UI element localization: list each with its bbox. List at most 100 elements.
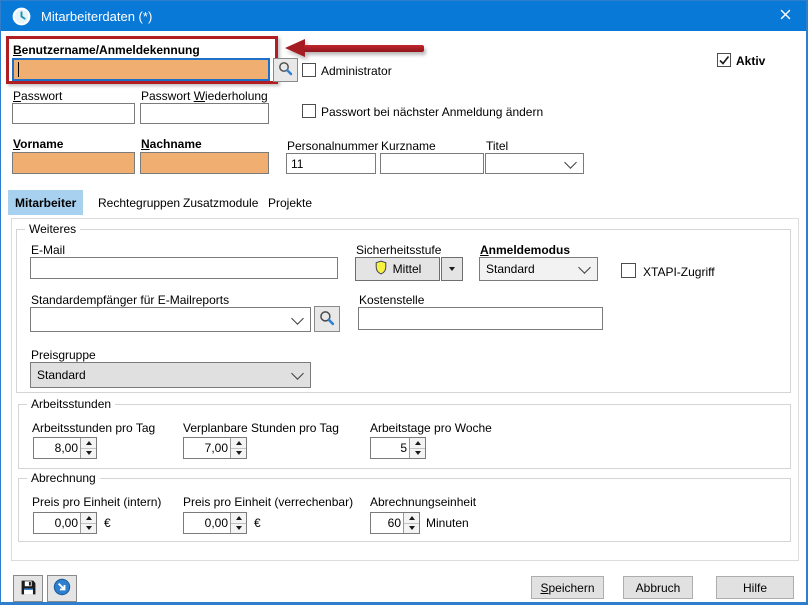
passwort-wiederholung-label: Passwort Wiederholung — [141, 89, 268, 103]
tab-zusatzmodule[interactable]: Zusatzmodule — [176, 190, 265, 215]
chevron-down-icon — [578, 261, 591, 274]
tab-mitarbeiter[interactable]: Mitarbeiter — [8, 190, 83, 215]
spin-down-button[interactable] — [81, 448, 96, 459]
xtapi-label: XTAPI-Zugriff — [643, 265, 715, 279]
preis-verrechenbar-input[interactable] — [184, 513, 230, 533]
text-caret — [18, 62, 19, 77]
anmeldemodus-select[interactable]: Standard — [479, 257, 598, 281]
spin-up-button[interactable] — [404, 513, 419, 523]
personalnummer-input[interactable] — [286, 153, 376, 174]
kurzname-input[interactable] — [380, 153, 484, 174]
sicherheitsstufe-dropdown-button[interactable] — [441, 257, 463, 281]
spin-down-button[interactable] — [81, 523, 96, 534]
spin-down-button[interactable] — [231, 448, 246, 459]
speichern-button[interactable]: Speichern — [531, 576, 604, 599]
spin-down-button[interactable] — [404, 523, 419, 534]
spin-down-button[interactable] — [231, 523, 246, 534]
stunden-pro-tag-input[interactable] — [34, 438, 80, 458]
verplanbare-stunden-spinner[interactable] — [183, 437, 247, 459]
stunden-pro-tag-spinner[interactable] — [33, 437, 97, 459]
preisgruppe-select[interactable]: Standard — [30, 362, 311, 388]
aktiv-checkbox[interactable] — [717, 53, 731, 67]
titel-select[interactable] — [485, 153, 584, 174]
emailreports-select[interactable] — [30, 307, 311, 332]
username-search-button[interactable] — [273, 58, 298, 82]
arbeitstage-label: Arbeitstage pro Woche — [370, 421, 492, 435]
euro-unit-label: € — [104, 516, 111, 530]
abrechnungseinheit-spinner[interactable] — [370, 512, 420, 534]
spin-down-button[interactable] — [410, 448, 425, 459]
emailreports-search-button[interactable] — [314, 306, 340, 332]
passwort-label: Passwort — [13, 89, 62, 103]
administrator-checkbox[interactable] — [302, 63, 316, 77]
kostenstelle-label: Kostenstelle — [359, 293, 424, 307]
abrechnung-group-label: Abrechnung — [27, 471, 100, 485]
sicherheitsstufe-button[interactable]: Mittel — [355, 257, 440, 281]
email-label: E-Mail — [31, 243, 65, 257]
clock-icon — [11, 6, 31, 26]
title-bar[interactable]: Mitarbeiterdaten (*) — [1, 1, 806, 31]
hilfe-button[interactable]: Hilfe — [716, 576, 794, 599]
spin-up-button[interactable] — [81, 513, 96, 523]
weiteres-group-label: Weiteres — [25, 222, 80, 236]
tab-rechtegruppen[interactable]: Rechtegruppen — [91, 190, 187, 215]
username-input[interactable] — [12, 58, 270, 81]
arbeitsstunden-group-label: Arbeitsstunden — [27, 397, 115, 411]
chevron-down-icon — [564, 156, 577, 169]
preis-intern-spinner[interactable] — [33, 512, 97, 534]
magnifier-icon — [278, 61, 293, 79]
preisgruppe-label: Preisgruppe — [31, 348, 96, 362]
tab-projekte[interactable]: Projekte — [261, 190, 319, 215]
close-button[interactable] — [764, 1, 806, 31]
preis-verrechenbar-label: Preis pro Einheit (verrechenbar) — [183, 495, 353, 509]
email-input[interactable] — [30, 257, 338, 279]
stunden-pro-tag-label: Arbeitsstunden pro Tag — [32, 421, 155, 435]
verplanbare-stunden-input[interactable] — [184, 438, 230, 458]
arbeitstage-spinner[interactable] — [370, 437, 426, 459]
emailreports-label: Standardempfänger für E-Mailreports — [31, 293, 229, 307]
sicherheitsstufe-label: Sicherheitsstufe — [356, 243, 441, 257]
arbeitstage-input[interactable] — [371, 438, 409, 458]
nachname-input[interactable] — [140, 152, 269, 174]
chevron-down-icon — [291, 367, 304, 380]
verplanbare-stunden-label: Verplanbare Stunden pro Tag — [183, 421, 339, 435]
assign-icon-button[interactable] — [47, 575, 77, 602]
abrechnungseinheit-label: Abrechnungseinheit — [370, 495, 476, 509]
red-arrow-shaft — [304, 45, 424, 52]
mitarbeiterdaten-dialog: Mitarbeiterdaten (*) Benutzername/Anmeld… — [0, 0, 808, 605]
sicherheitsstufe-value: Mittel — [393, 262, 422, 276]
username-label: Benutzername/Anmeldekennung — [13, 43, 200, 57]
preis-intern-label: Preis pro Einheit (intern) — [32, 495, 161, 509]
spin-up-button[interactable] — [231, 513, 246, 523]
spin-up-button[interactable] — [410, 438, 425, 448]
kurzname-label: Kurzname — [381, 139, 436, 153]
euro-unit-label: € — [254, 516, 261, 530]
xtapi-checkbox[interactable] — [621, 263, 636, 278]
vorname-label: Vorname — [13, 137, 63, 151]
close-icon — [780, 9, 791, 23]
administrator-label: Administrator — [321, 64, 392, 78]
save-icon-button[interactable] — [13, 575, 43, 602]
passwort-aendern-label: Passwort bei nächster Anmeldung ändern — [321, 105, 543, 119]
sync-arrow-icon — [53, 578, 71, 599]
passwort-aendern-checkbox[interactable] — [302, 104, 316, 118]
passwort-input[interactable] — [12, 103, 135, 124]
nachname-label: Nachname — [141, 137, 202, 151]
passwort-wiederholung-input[interactable] — [140, 103, 269, 124]
shield-icon — [374, 260, 388, 278]
floppy-disk-icon — [20, 579, 37, 599]
preis-verrechenbar-spinner[interactable] — [183, 512, 247, 534]
preis-intern-input[interactable] — [34, 513, 80, 533]
abrechnungseinheit-input[interactable] — [371, 513, 403, 533]
aktiv-label: Aktiv — [736, 54, 765, 68]
titel-label: Titel — [486, 139, 508, 153]
kostenstelle-input[interactable] — [358, 307, 603, 330]
personalnummer-label: Personalnummer — [287, 139, 378, 153]
spin-up-button[interactable] — [81, 438, 96, 448]
spin-up-button[interactable] — [231, 438, 246, 448]
abbruch-button[interactable]: Abbruch — [623, 576, 693, 599]
chevron-down-icon — [291, 312, 304, 325]
vorname-input[interactable] — [12, 152, 135, 174]
magnifier-icon — [319, 310, 335, 329]
anmeldemodus-label: Anmeldemodus — [480, 243, 570, 257]
